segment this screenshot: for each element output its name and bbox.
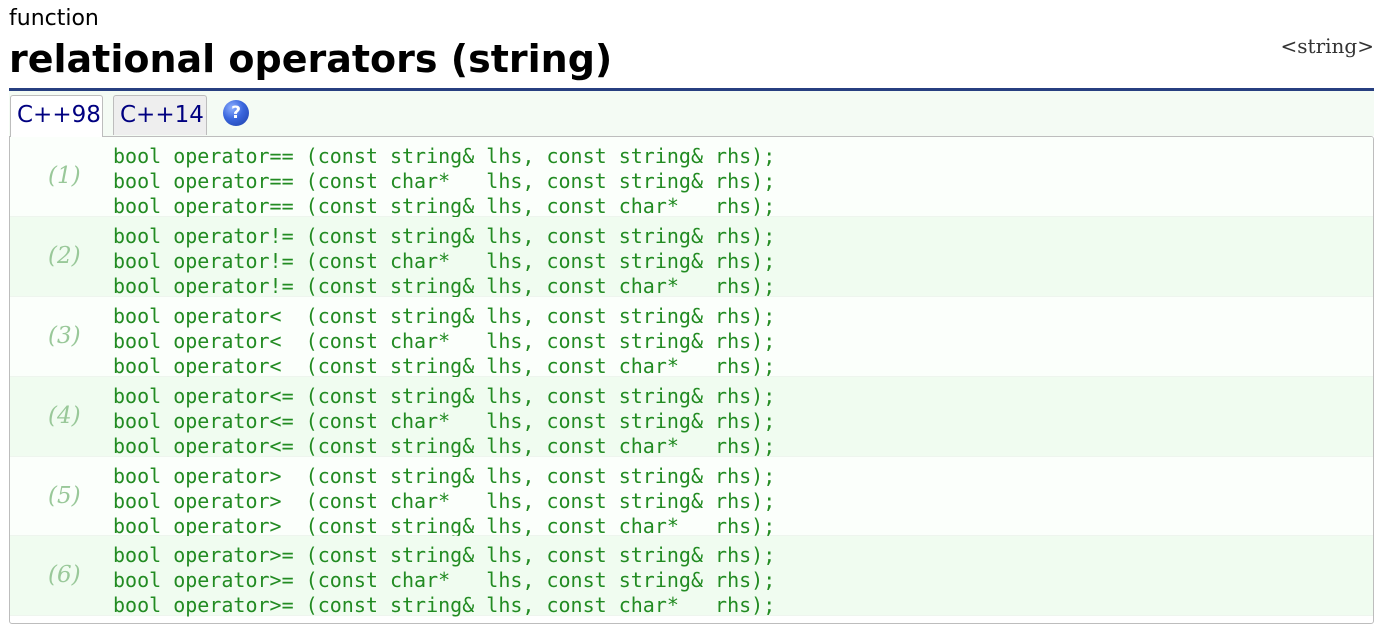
prototype-line: bool operator!= (const char* lhs, const … (113, 248, 776, 273)
header-link-string[interactable]: <string> (1281, 34, 1374, 58)
prototype-group: (6) bool operator>= (const string& lhs, … (10, 536, 1373, 618)
prototype-lines: bool operator<= (const string& lhs, cons… (113, 384, 775, 459)
prototype-line: bool operator== (const string& lhs, cons… (113, 144, 776, 168)
entity-kind-label: function (9, 6, 99, 31)
prototype-line: bool operator< (const string& lhs, const… (113, 303, 776, 328)
help-icon[interactable]: ? (223, 100, 249, 126)
prototype-line: bool operator!= (const string& lhs, cons… (113, 273, 776, 298)
group-number: (5) (48, 482, 81, 509)
version-tab-bar: C++98 C++14 ? (9, 91, 1374, 137)
prototype-line: bool operator>= (const string& lhs, cons… (113, 593, 776, 618)
group-number: (3) (48, 322, 81, 349)
prototype-lines: bool operator== (const string& lhs, cons… (113, 144, 775, 219)
group-number: (6) (48, 562, 81, 589)
prototype-lines: bool operator> (const string& lhs, const… (113, 464, 775, 539)
prototype-lines: bool operator< (const string& lhs, const… (113, 304, 775, 379)
prototype-line: bool operator<= (const char* lhs, const … (113, 408, 776, 433)
tab-cpp98[interactable]: C++98 (10, 95, 103, 137)
prototype-line: bool operator< (const char* lhs, const s… (113, 328, 776, 353)
prototype-group: (1) bool operator== (const string& lhs, … (10, 137, 1373, 219)
prototype-line: bool operator<= (const string& lhs, cons… (113, 433, 776, 458)
prototype-lines: bool operator>= (const string& lhs, cons… (113, 543, 775, 618)
group-number: (4) (48, 402, 81, 429)
tab-cpp14[interactable]: C++14 (113, 95, 207, 135)
prototype-line: bool operator>= (const string& lhs, cons… (113, 543, 776, 568)
group-number: (1) (48, 163, 81, 189)
prototype-group: (5) bool operator> (const string& lhs, c… (10, 456, 1373, 539)
prototype-group: (4) bool operator<= (const string& lhs, … (10, 376, 1373, 459)
prototype-line: bool operator< (const string& lhs, const… (113, 353, 776, 378)
prototype-line: bool operator> (const char* lhs, const s… (113, 488, 776, 513)
prototype-line: bool operator> (const string& lhs, const… (113, 463, 776, 488)
prototype-line: bool operator== (const char* lhs, const … (113, 169, 776, 193)
group-number: (2) (48, 242, 81, 269)
prototype-group: (3) bool operator< (const string& lhs, c… (10, 296, 1373, 379)
prototype-line: bool operator>= (const char* lhs, const … (113, 568, 776, 593)
page-title: relational operators (string) (9, 37, 613, 81)
prototypes-panel: (1) bool operator== (const string& lhs, … (9, 136, 1374, 624)
prototype-line: bool operator== (const string& lhs, cons… (113, 194, 776, 218)
prototype-line: bool operator<= (const string& lhs, cons… (113, 383, 776, 408)
prototype-group: (2) bool operator!= (const string& lhs, … (10, 216, 1373, 299)
prototype-lines: bool operator!= (const string& lhs, cons… (113, 224, 775, 299)
prototype-line: bool operator> (const string& lhs, const… (113, 513, 776, 538)
prototype-line: bool operator!= (const string& lhs, cons… (113, 223, 776, 248)
